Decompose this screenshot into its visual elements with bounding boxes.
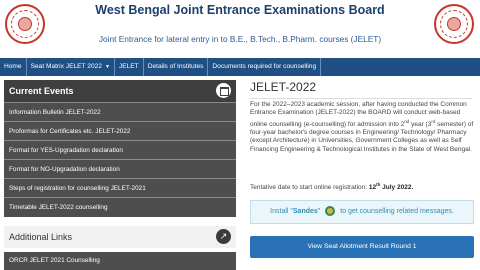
current-events-list: Information Bulletin JELET-2022 Proforma… xyxy=(4,102,236,216)
nav-institutes[interactable]: Details of Institutes xyxy=(144,58,209,76)
additional-links-title: Additional Links xyxy=(9,232,73,242)
intro-paragraph: For the 2022–2023 academic session, afte… xyxy=(250,101,474,154)
event-item-timetable[interactable]: Timetable JELET-2022 counselling xyxy=(4,197,236,216)
nav-seat-matrix[interactable]: Seat Matrix JELET 2022 ▼ xyxy=(27,58,115,76)
calendar-icon xyxy=(216,83,231,98)
event-item-yes-upgradation[interactable]: Format for YES-Upgradation declaration xyxy=(4,140,236,159)
chevron-down-icon: ▼ xyxy=(104,64,110,70)
additional-links-header: Additional Links ↗ xyxy=(4,226,236,248)
nav-home-label: Home xyxy=(4,63,22,70)
sandes-text-a: Install " xyxy=(270,208,293,215)
tentative-date-line: Tentative date to start online registrat… xyxy=(250,182,474,191)
current-events-header: Current Events xyxy=(4,80,236,102)
nav-documents[interactable]: Documents required for counselling xyxy=(208,58,322,76)
site-title: West Bengal Joint Entrance Examinations … xyxy=(95,3,385,17)
main-navbar: Home Seat Matrix JELET 2022 ▼ JELET Deta… xyxy=(0,58,480,76)
event-item-no-upgradation[interactable]: Format for NO-Upgradation declaration xyxy=(4,159,236,178)
sandes-text-c: to get counselling related messages. xyxy=(340,208,454,215)
board-logo-right xyxy=(434,4,474,44)
page-title: JELET-2022 xyxy=(250,80,472,99)
nav-documents-label: Documents required for counselling xyxy=(212,63,317,70)
external-link-icon: ↗ xyxy=(216,229,231,244)
event-item-registration-steps[interactable]: Steps of registration for counselling JE… xyxy=(4,178,236,197)
current-events-title: Current Events xyxy=(9,86,74,96)
site-header: West Bengal Joint Entrance Examinations … xyxy=(0,0,480,58)
additional-link-orcr[interactable]: ORCR JELET 2021 Counselling xyxy=(4,252,236,270)
current-events-panel: Current Events Information Bulletin JELE… xyxy=(4,80,236,217)
tentative-date: 12th July 2022. xyxy=(368,182,414,192)
nav-seat-matrix-label: Seat Matrix JELET 2022 xyxy=(30,63,102,70)
board-logo-left xyxy=(5,4,45,44)
nav-home[interactable]: Home xyxy=(0,58,27,76)
nav-jelet-label: JELET xyxy=(118,63,139,70)
view-seat-allotment-button[interactable]: View Seat Allotment Result Round 1 xyxy=(250,236,474,258)
event-item-proformas[interactable]: Proformas for Certificates etc. JELET-20… xyxy=(4,121,236,140)
sandes-app-icon xyxy=(325,206,336,217)
nav-institutes-label: Details of Institutes xyxy=(147,63,204,70)
tentative-label: Tentative date to start online registrat… xyxy=(250,184,369,192)
intro-text-b: year (3 xyxy=(409,120,432,128)
nav-jelet[interactable]: JELET xyxy=(115,58,144,76)
sandes-text-b: " xyxy=(317,208,321,215)
event-item-information-bulletin[interactable]: Information Bulletin JELET-2022 xyxy=(4,102,236,121)
sandes-notice[interactable]: Install "Sandes" to get counselling rela… xyxy=(250,200,474,224)
site-subtitle: Joint Entrance for lateral entry in to B… xyxy=(98,34,382,44)
sandes-app-name: Sandes xyxy=(292,208,318,215)
